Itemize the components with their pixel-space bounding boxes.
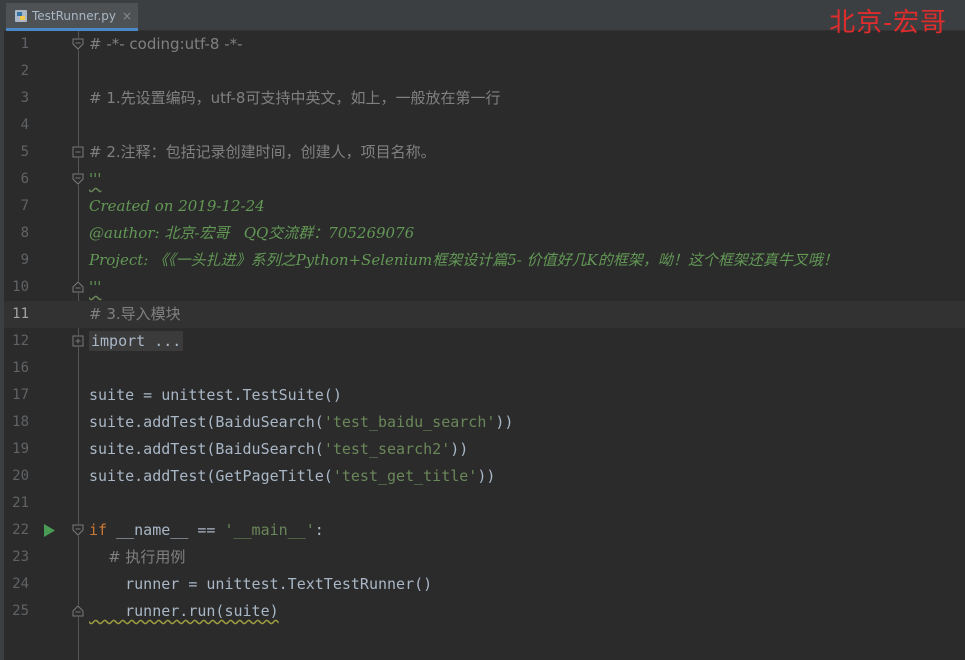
line-number: 20 xyxy=(12,468,29,484)
code-line[interactable]: 7 Created on 2019-12-24 xyxy=(4,193,965,220)
code-line[interactable]: 10 ''' xyxy=(4,274,965,301)
code-text: @author: 北京-宏哥 QQ交流群：705269076 xyxy=(89,224,415,242)
close-icon[interactable]: × xyxy=(122,9,132,23)
code-line[interactable]: 20 suite.addTest(GetPageTitle('test_get_… xyxy=(4,463,965,490)
code-text: # 执行用例 xyxy=(89,548,186,566)
fold-open-icon[interactable] xyxy=(72,524,84,536)
code-editor[interactable]: 1 # -*- coding:utf-8 -*- 2 3 # 1.先设置编码，u… xyxy=(4,31,965,660)
fold-close-icon[interactable] xyxy=(72,146,84,158)
line-number: 22 xyxy=(12,522,29,538)
line-number: 24 xyxy=(12,576,29,592)
code-line[interactable]: 18 suite.addTest(BaiduSearch('test_baidu… xyxy=(4,409,965,436)
code-text: Created on 2019-12-24 xyxy=(89,197,265,215)
keyword: if xyxy=(89,521,108,539)
code-line[interactable]: 1 # -*- coding:utf-8 -*- xyxy=(4,31,965,58)
code-line[interactable]: 9 Project: 《《一头扎进》系列之Python+Selenium框架设计… xyxy=(4,247,965,274)
code-text: # 3.导入模块 xyxy=(89,305,181,323)
code-line[interactable]: 23 # 执行用例 xyxy=(4,544,965,571)
code-line[interactable]: 17 suite = unittest.TestSuite() xyxy=(4,382,965,409)
code-text: suite.addTest(BaiduSearch( xyxy=(89,413,324,431)
code-line[interactable]: 21 xyxy=(4,490,965,517)
fold-open-icon[interactable] xyxy=(72,173,84,185)
code-line[interactable]: 2 xyxy=(4,58,965,85)
code-text: __name__ == xyxy=(107,521,225,539)
line-number: 3 xyxy=(20,90,29,106)
code-text: suite.addTest(GetPageTitle( xyxy=(89,467,333,485)
code-line[interactable]: 6 ''' xyxy=(4,166,965,193)
fold-expand-icon[interactable] xyxy=(72,335,84,347)
fold-open-icon[interactable] xyxy=(72,38,84,50)
line-number: 7 xyxy=(20,198,29,214)
run-play-icon[interactable] xyxy=(42,523,56,538)
line-number: 8 xyxy=(20,225,29,241)
docstring-quote: ''' xyxy=(89,278,102,296)
code-text: runner = unittest.TextTestRunner() xyxy=(89,575,433,593)
line-number: 21 xyxy=(12,495,29,511)
code-text: Project: 《《一头扎进》系列之Python+Selenium框架设计篇5… xyxy=(89,251,838,269)
code-text: runner.run(suite) xyxy=(125,602,279,620)
code-line[interactable]: 12 import ... xyxy=(4,328,965,355)
line-number: 19 xyxy=(12,441,29,457)
line-number: 10 xyxy=(12,279,29,295)
code-line[interactable]: 4 xyxy=(4,112,965,139)
line-number: 12 xyxy=(12,333,29,349)
code-text: )) xyxy=(495,413,514,431)
editor-tab-testrunner[interactable]: TestRunner.py × xyxy=(6,3,138,31)
code-text: )) xyxy=(450,440,469,458)
string-literal: 'test_search2' xyxy=(323,440,451,458)
code-line[interactable]: 25 runner.run(suite) xyxy=(4,598,965,625)
code-line[interactable]: 3 # 1.先设置编码，utf-8可支持中英文，如上，一般放在第一行 xyxy=(4,85,965,112)
code-line[interactable]: 22 if __name__ == '__main__': xyxy=(4,517,965,544)
string-literal: '__main__' xyxy=(224,521,315,539)
line-number: 5 xyxy=(20,144,29,160)
line-number: 16 xyxy=(12,360,29,376)
code-text: suite.addTest(BaiduSearch( xyxy=(89,440,324,458)
code-text: )) xyxy=(477,467,496,485)
code-text: # -*- coding:utf-8 -*- xyxy=(89,35,243,53)
code-line[interactable]: 24 runner = unittest.TextTestRunner() xyxy=(4,571,965,598)
code-line[interactable]: 19 suite.addTest(BaiduSearch('test_searc… xyxy=(4,436,965,463)
line-number: 23 xyxy=(12,549,29,565)
fold-close-icon[interactable] xyxy=(72,605,84,617)
string-literal: 'test_get_title' xyxy=(332,467,478,485)
code-line[interactable]: 8 @author: 北京-宏哥 QQ交流群：705269076 xyxy=(4,220,965,247)
line-number: 11 xyxy=(12,306,29,322)
fold-close-icon[interactable] xyxy=(72,281,84,293)
docstring-quote: ''' xyxy=(89,170,102,188)
line-number: 1 xyxy=(20,36,29,52)
editor-tab-bar: TestRunner.py × xyxy=(4,0,965,31)
code-text: # 2.注释：包括记录创建时间，创建人，项目名称。 xyxy=(89,143,436,161)
folded-imports[interactable]: import ... xyxy=(89,331,184,351)
code-line-current[interactable]: 11 # 3.导入模块 xyxy=(4,301,965,328)
python-file-icon xyxy=(15,9,27,22)
line-number: 4 xyxy=(20,117,29,133)
line-number: 25 xyxy=(12,603,29,619)
code-text: suite = unittest.TestSuite() xyxy=(89,386,342,404)
line-number: 2 xyxy=(20,63,29,79)
line-number: 17 xyxy=(12,387,29,403)
tab-filename: TestRunner.py xyxy=(32,8,116,23)
line-number: 18 xyxy=(12,414,29,430)
line-number: 6 xyxy=(20,171,29,187)
code-text: # 1.先设置编码，utf-8可支持中英文，如上，一般放在第一行 xyxy=(89,89,501,107)
code-line[interactable]: 5 # 2.注释：包括记录创建时间，创建人，项目名称。 xyxy=(4,139,965,166)
code-line[interactable]: 16 xyxy=(4,355,965,382)
string-literal: 'test_baidu_search' xyxy=(323,413,496,431)
line-number: 9 xyxy=(20,252,29,268)
code-text: : xyxy=(314,521,324,539)
